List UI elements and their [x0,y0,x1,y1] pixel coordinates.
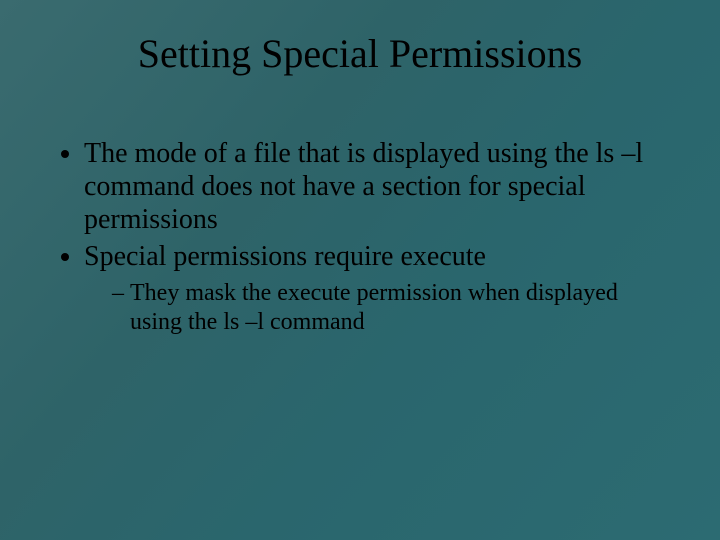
slide: Setting Special Permissions The mode of … [0,0,720,540]
bullet-text: Special permissions require execute [84,241,486,272]
slide-title: Setting Special Permissions [40,30,680,77]
bullet-item: Special permissions require execute They… [84,240,680,337]
sub-bullet-item: They mask the execute permission when di… [112,279,660,337]
bullet-item: The mode of a file that is displayed usi… [84,137,680,236]
bullet-list: The mode of a file that is displayed usi… [40,137,680,337]
sub-bullet-list: They mask the execute permission when di… [84,279,660,337]
